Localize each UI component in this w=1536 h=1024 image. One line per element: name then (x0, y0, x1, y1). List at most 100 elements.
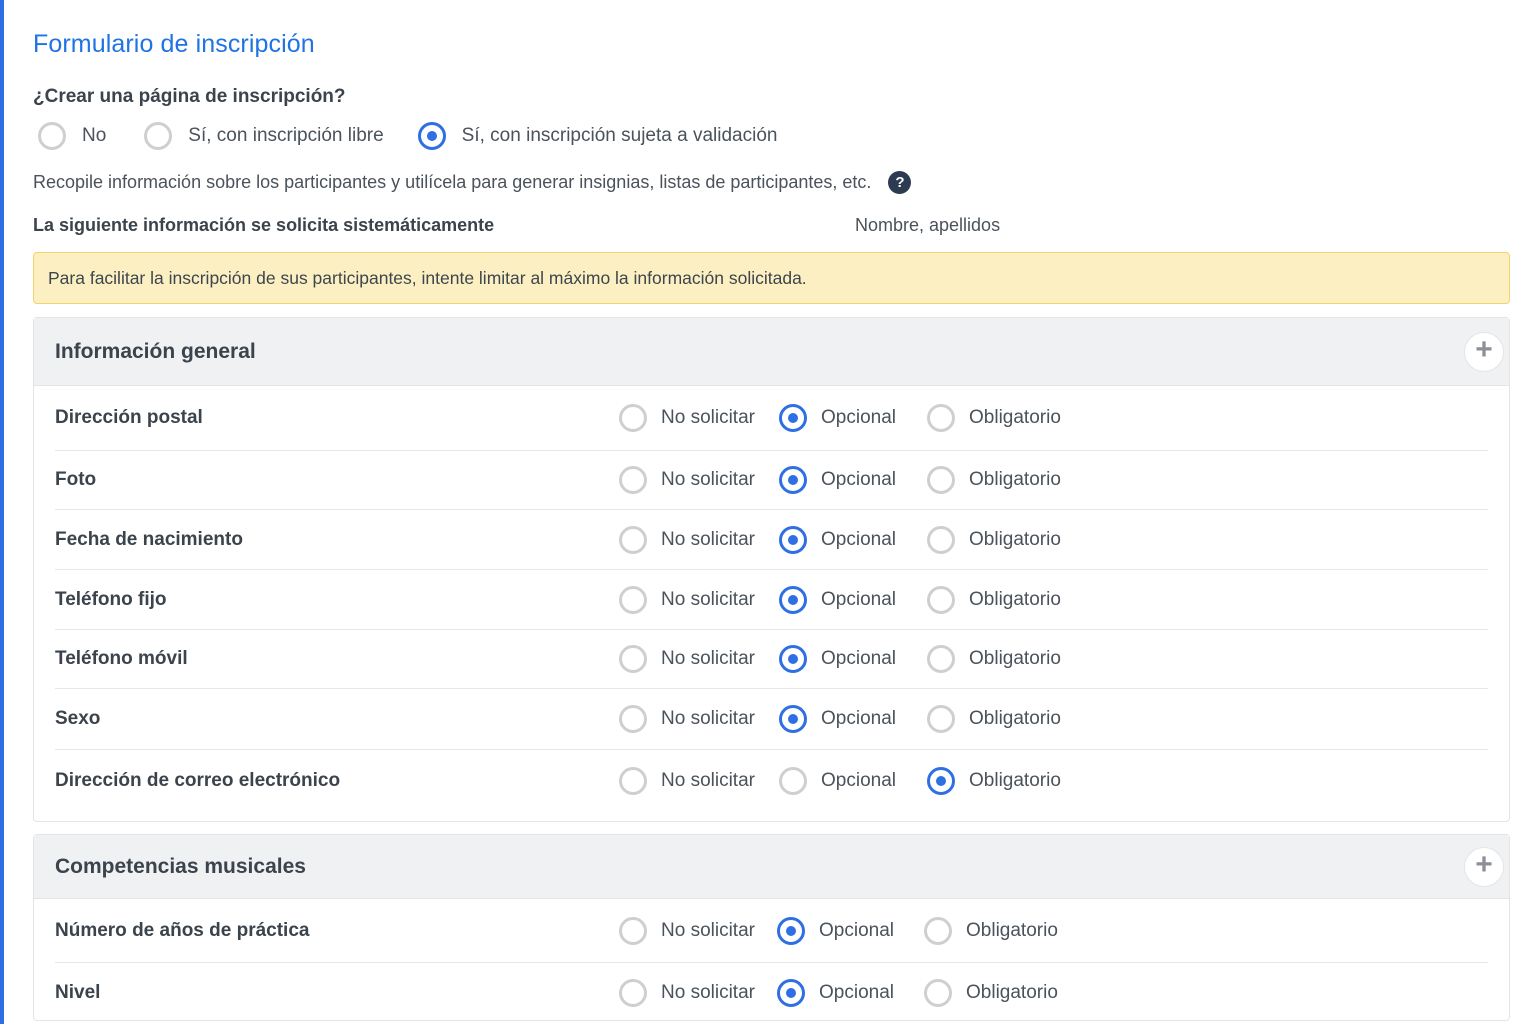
choice-optional[interactable]: Opcional (777, 916, 894, 945)
section-header: Información general + (34, 318, 1509, 386)
choice-label: Obligatorio (969, 588, 1061, 610)
radio-none[interactable] (619, 585, 647, 614)
choice-none[interactable]: No solicitar (619, 705, 755, 733)
choice-required[interactable]: Obligatorio (927, 466, 1061, 494)
description: Recopile información sobre los participa… (33, 171, 912, 194)
create-option-free[interactable]: Sí, con inscripción libre (144, 122, 384, 150)
choice-optional[interactable]: Opcional (779, 466, 896, 494)
choice-none[interactable]: No solicitar (619, 766, 755, 795)
choice-label: No solicitar (661, 648, 755, 669)
radio-optional[interactable] (777, 978, 805, 1007)
radio-free[interactable] (144, 122, 173, 150)
radio-required[interactable] (927, 466, 955, 494)
description-text: Recopile información sobre los participa… (33, 172, 872, 192)
choice-none[interactable]: No solicitar (619, 916, 755, 945)
radio-optional[interactable] (779, 525, 807, 554)
radio-required[interactable] (924, 978, 952, 1007)
choice-optional[interactable]: Opcional (779, 645, 896, 673)
create-option-label: Sí, con inscripción libre (188, 125, 384, 146)
radio-no[interactable] (38, 122, 66, 150)
field-row: Foto No solicitar Opcional Obligatorio (55, 451, 1488, 510)
choice-optional[interactable]: Opcional (779, 585, 896, 614)
field-label: Sexo (55, 708, 101, 729)
choice-label: No solicitar (661, 919, 755, 941)
radio-optional[interactable] (779, 645, 807, 673)
radio-optional[interactable] (779, 404, 807, 432)
choice-label: No solicitar (661, 769, 755, 791)
radio-none[interactable] (619, 978, 647, 1007)
radio-none[interactable] (619, 916, 647, 945)
radio-required[interactable] (927, 404, 955, 432)
choice-label: Obligatorio (969, 528, 1061, 550)
add-field-button[interactable]: + (1464, 331, 1504, 372)
choice-required[interactable]: Obligatorio (927, 404, 1061, 432)
radio-required[interactable] (924, 916, 952, 945)
page-title: Formulario de inscripción (33, 30, 315, 58)
choice-label: Obligatorio (969, 469, 1061, 490)
notice-text: Para facilitar la inscripción de sus par… (48, 267, 807, 288)
create-option-validation[interactable]: Sí, con inscripción sujeta a validación (417, 122, 778, 150)
radio-none[interactable] (619, 705, 647, 733)
radio-required[interactable] (927, 525, 955, 554)
choice-label: Obligatorio (969, 769, 1061, 791)
choice-optional[interactable]: Opcional (777, 978, 894, 1007)
section-panel-music: Competencias musicales + Número de años … (33, 834, 1510, 1021)
field-label: Fecha de nacimiento (55, 528, 243, 550)
radio-optional[interactable] (779, 766, 807, 795)
choice-none[interactable]: No solicitar (619, 525, 755, 554)
choice-none[interactable]: No solicitar (619, 585, 755, 614)
choice-optional[interactable]: Opcional (779, 705, 896, 733)
choice-label: No solicitar (661, 469, 755, 490)
radio-required[interactable] (927, 766, 955, 795)
choice-label: Opcional (821, 588, 896, 610)
choice-label: No solicitar (661, 981, 755, 1003)
choice-none[interactable]: No solicitar (619, 404, 755, 432)
radio-required[interactable] (927, 585, 955, 614)
choice-required[interactable]: Obligatorio (924, 978, 1058, 1007)
radio-none[interactable] (619, 766, 647, 795)
choice-required[interactable]: Obligatorio (924, 916, 1058, 945)
radio-none[interactable] (619, 404, 647, 432)
radio-optional[interactable] (779, 466, 807, 494)
radio-none[interactable] (619, 466, 647, 494)
field-rows: Dirección postal No solicitar Opcional Obli… (34, 386, 1509, 811)
radio-optional[interactable] (779, 705, 807, 733)
plus-icon: + (1475, 848, 1493, 881)
choice-none[interactable]: No solicitar (619, 645, 755, 673)
field-row: Número de años de práctica No solicitar Op… (55, 899, 1488, 963)
radio-required[interactable] (927, 645, 955, 673)
choice-required[interactable]: Obligatorio (927, 645, 1061, 673)
plus-icon: + (1475, 333, 1493, 366)
radio-none[interactable] (619, 645, 647, 673)
choice-optional[interactable]: Opcional (779, 404, 896, 432)
choice-required[interactable]: Obligatorio (927, 585, 1061, 614)
add-field-button[interactable]: + (1464, 846, 1504, 887)
field-row: Nivel No solicitar Opcional Obligatorio (55, 963, 1488, 1022)
choice-label: Opcional (821, 407, 896, 428)
radio-none[interactable] (619, 525, 647, 554)
radio-required[interactable] (927, 705, 955, 733)
radio-optional[interactable] (779, 585, 807, 614)
choice-required[interactable]: Obligatorio (927, 525, 1061, 554)
choice-label: Obligatorio (969, 407, 1061, 428)
choice-required[interactable]: Obligatorio (927, 766, 1061, 795)
create-option-no[interactable]: No (38, 122, 106, 150)
create-option-label: No (82, 125, 107, 146)
field-row: Dirección de correo electrónico No solici… (55, 750, 1488, 811)
choice-label: No solicitar (661, 588, 755, 610)
choice-label: No solicitar (661, 528, 755, 550)
create-option-label: Sí, con inscripción sujeta a validación (461, 125, 778, 146)
choice-label: Opcional (821, 708, 896, 729)
choice-optional[interactable]: Opcional (779, 525, 896, 554)
choice-none[interactable]: No solicitar (619, 978, 755, 1007)
radio-optional[interactable] (777, 916, 805, 945)
question-circle-icon[interactable]: ? (888, 171, 912, 194)
choice-optional[interactable]: Opcional (779, 766, 896, 795)
choice-none[interactable]: No solicitar (619, 466, 755, 494)
choice-label: Opcional (821, 528, 896, 550)
choice-label: No solicitar (661, 407, 755, 428)
field-label: Teléfono móvil (55, 648, 188, 669)
choice-required[interactable]: Obligatorio (927, 705, 1061, 733)
radio-validation[interactable] (417, 122, 446, 150)
choice-label: Obligatorio (969, 708, 1061, 729)
